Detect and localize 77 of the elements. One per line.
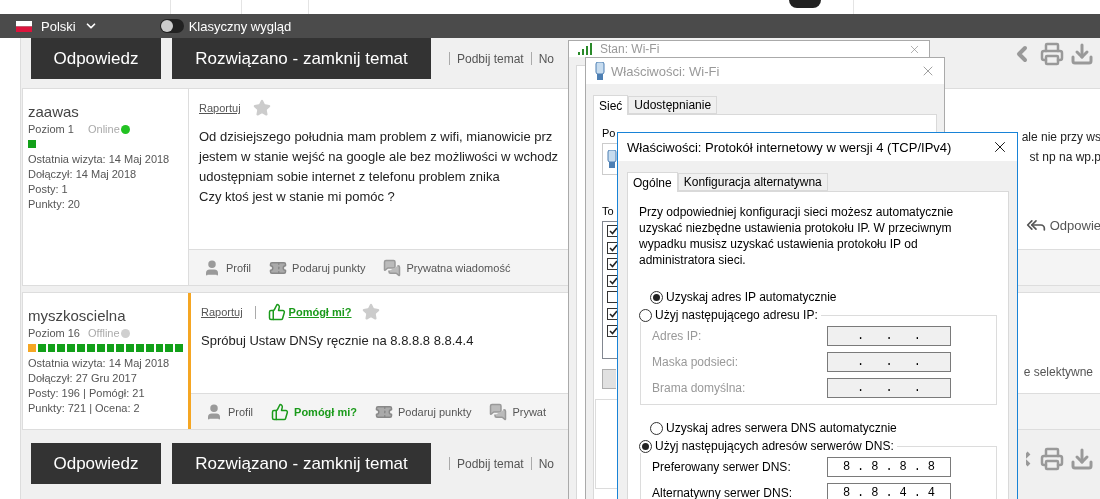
section-label: To — [602, 205, 614, 217]
tab[interactable]: Sieć — [593, 95, 629, 115]
window-title: Stan: Wi-Fi — [600, 42, 660, 56]
post-text: Od dzisiejszego południa mam problem z wifi, mianowicie prz — [199, 128, 553, 146]
thumbs-up-icon — [267, 303, 286, 321]
helpful-link[interactable]: Pomógł mi? — [267, 303, 352, 321]
tab[interactable]: Konfiguracja alternatywna — [677, 173, 828, 191]
user-status: Offline — [88, 327, 120, 339]
star-icon[interactable] — [252, 99, 271, 117]
toggle-switch[interactable] — [159, 19, 184, 33]
author-name[interactable]: myszkoscielna — [28, 307, 183, 324]
user-level: Poziom 1 — [28, 123, 75, 135]
field-label: Brama domyślna: — [652, 381, 747, 395]
person-icon — [205, 402, 223, 421]
footer-link[interactable]: Profil — [203, 258, 252, 277]
user-stat: Posty: 1 — [28, 182, 69, 197]
user-status: Online — [88, 123, 120, 135]
action-button[interactable]: Odpowiedz — [31, 38, 161, 79]
radio-option[interactable]: Użyj następujących adresów serwerów DNS: — [639, 439, 894, 453]
action-button[interactable]: Odpowiedz — [31, 443, 161, 484]
radio-option[interactable]: Uzyskaj adres serwera DNS automatycznie — [639, 421, 997, 435]
text-link[interactable]: Podbij temat — [457, 456, 524, 471]
window-title: Właściwości: Protokół internetowy w wersji 4 (TCP/IPv4) — [627, 139, 952, 155]
user-stat: Ostatnia wizyta: 14 Maj 2018 — [28, 152, 171, 167]
text-link[interactable]: Podbij temat — [457, 51, 524, 66]
action-button[interactable]: Rozwiązano - zamknij temat — [172, 443, 431, 484]
footer-link[interactable]: Podaruj punkty — [375, 402, 472, 421]
user-stat: Punkty: 721 | Ocena: 2 — [28, 401, 141, 416]
flag-icon — [16, 20, 32, 32]
user-stat: Dołączył: 27 Gru 2017 — [28, 371, 138, 386]
description-text: Przy odpowiedniej konfiguracji sieci możesz automatycznie uzyskać niezbędne ustawienia protokołu IP. W przeciwnym wypadku musisz uzyskać ustawienia protokołu IP od administratora sieci. — [639, 204, 955, 268]
star-icon[interactable] — [361, 303, 380, 321]
post-text: udostępniam sobie internet z telefonu problem znika — [199, 168, 500, 186]
field-label: Maska podsieci: — [652, 355, 740, 369]
ip-address-field[interactable]: 8 . 8 . 4 . 4 — [827, 483, 951, 499]
footer-link[interactable]: Prywat — [489, 402, 547, 421]
network-adapter-icon — [607, 150, 617, 168]
field-label: Adres IP: — [652, 329, 703, 343]
language-select[interactable]: Polski — [41, 18, 76, 34]
action-button[interactable]: Rozwiązano - zamknij temat — [172, 38, 431, 79]
field-label: Preferowany serwer DNS: — [652, 460, 792, 474]
person-icon — [203, 258, 221, 277]
chat-bubbles-icon — [383, 258, 402, 277]
post-text: jestem w stanie wejść na google ale bez możliwości w wchodz — [199, 148, 559, 166]
footer-link[interactable]: Profil — [205, 402, 254, 421]
thumbs-up-icon — [271, 402, 290, 421]
radio-option[interactable]: Uzyskaj adres IP automatycznie — [639, 290, 997, 304]
author-name[interactable]: zaawas — [28, 103, 183, 120]
wifi-signal-icon — [578, 43, 594, 55]
post-text: st np na wp.p — [1029, 149, 1100, 166]
user-stat: Punkty: 20 — [28, 197, 81, 212]
post-text: ale nie przy ws — [1021, 129, 1100, 146]
report-link[interactable]: Raportuj — [199, 102, 241, 114]
tab[interactable]: Ogólne — [627, 172, 678, 192]
reply-link[interactable]: Odpowie — [1049, 217, 1100, 233]
post-text: e selektywne — [1023, 365, 1093, 379]
footer-link[interactable]: Podaruj punkty — [269, 258, 366, 277]
footer-link[interactable]: Prywatna wiadomość — [383, 258, 511, 277]
tab[interactable]: Udostępnianie — [628, 96, 718, 114]
toggle-label: Klasyczny wygląd — [188, 18, 292, 34]
user-stat: Ostatnia wizyta: 14 Maj 2018 — [28, 356, 171, 371]
user-level: Poziom 16 — [28, 327, 81, 339]
user-stat: Dołączył: 14 Maj 2018 — [28, 167, 138, 182]
section-label: Po — [602, 127, 616, 139]
ip-address-field[interactable]: 8 . 8 . 8 . 8 — [827, 457, 951, 477]
round-button[interactable] — [789, 0, 821, 8]
text-link[interactable]: No — [538, 51, 555, 66]
report-link[interactable]: Raportuj — [201, 306, 243, 318]
field-label: Alternatywny serwer DNS: — [652, 486, 794, 499]
user-stat: Posty: 196 | Pomógł: 21 — [28, 386, 146, 401]
network-adapter-icon — [595, 62, 605, 80]
text-link[interactable]: No — [538, 456, 555, 471]
chat-bubbles-icon — [489, 402, 508, 421]
window-title: Właściwości: Wi-Fi — [611, 63, 720, 79]
post-text: Czy ktoś jest w stanie mi pomóc ? — [199, 188, 395, 206]
post-text: Spróbuj Ustaw DNSy ręcznie na 8.8.8.8 8.8.4.4 — [201, 332, 474, 350]
radio-option[interactable]: Użyj następującego adresu IP: — [639, 308, 818, 322]
